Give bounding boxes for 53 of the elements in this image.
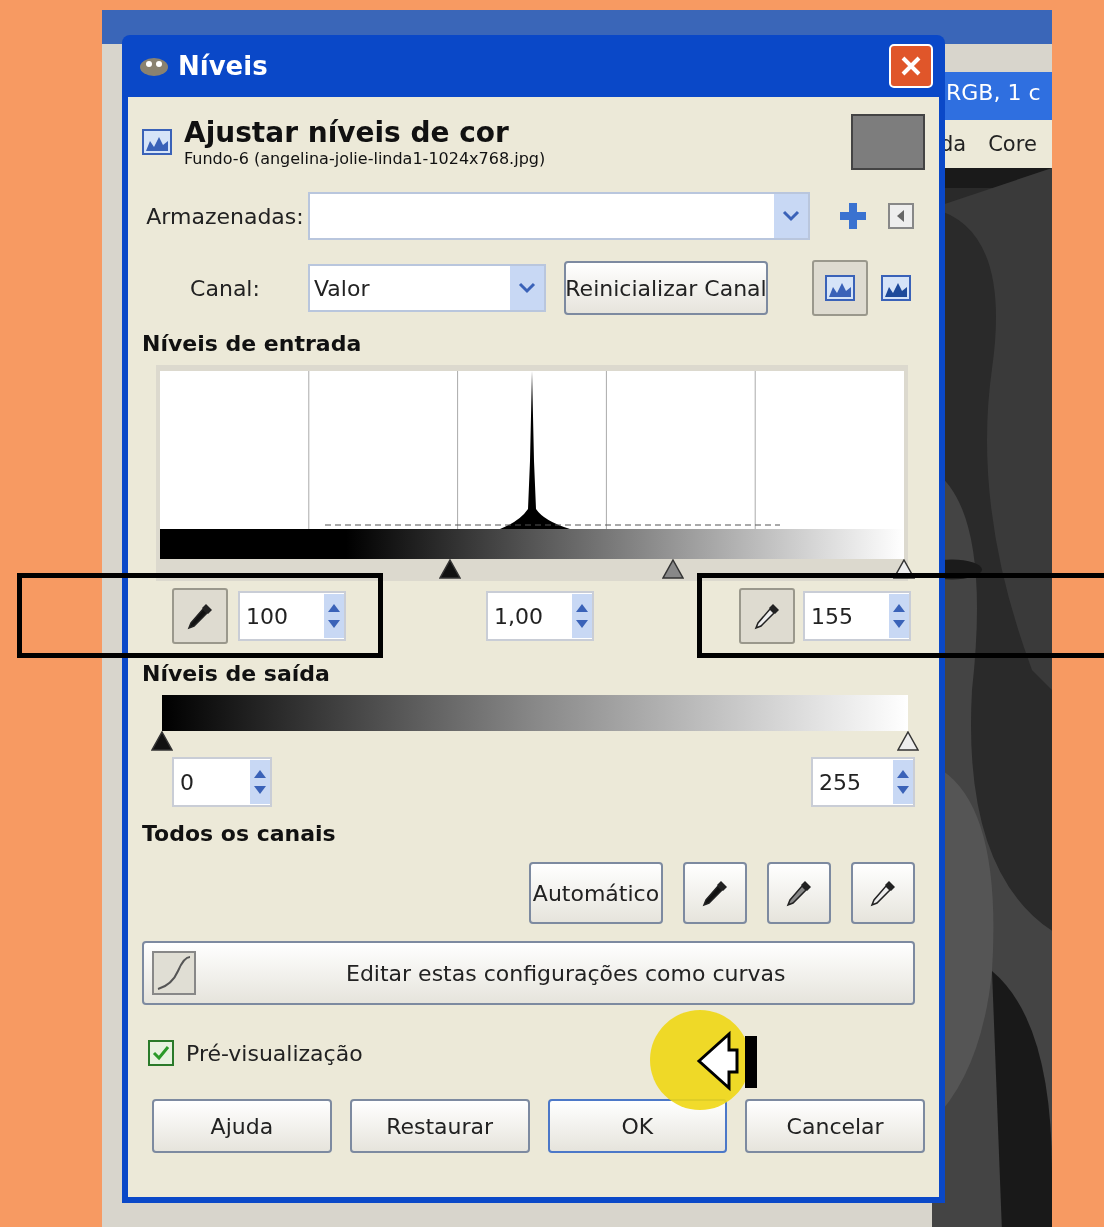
slider-handle[interactable] bbox=[897, 731, 919, 751]
dialog-button[interactable]: Cancelar bbox=[745, 1099, 925, 1153]
eyedropper-button[interactable] bbox=[739, 588, 795, 644]
dialog-button[interactable]: Ajuda bbox=[152, 1099, 332, 1153]
histogram-icon bbox=[142, 129, 172, 155]
close-button[interactable] bbox=[889, 44, 933, 88]
spin-field[interactable]: 155 bbox=[803, 591, 911, 641]
spinner-icon[interactable] bbox=[324, 594, 344, 638]
field-label: Armazenadas: bbox=[145, 203, 305, 229]
dialog-heading: Ajustar níveis de cor bbox=[184, 116, 510, 149]
eyedropper-icon bbox=[868, 878, 898, 908]
dialog-button[interactable]: OK bbox=[547, 1099, 728, 1153]
dialog-button[interactable]: Restaurar bbox=[349, 1099, 530, 1153]
spin-field[interactable]: 100 bbox=[238, 591, 346, 641]
edit-curves-button[interactable]: Editar estas configurações como curvas bbox=[142, 941, 915, 1005]
slider-handle[interactable] bbox=[151, 731, 173, 751]
eyedropper-button[interactable] bbox=[172, 588, 228, 644]
spin-field[interactable]: 1,00 bbox=[486, 591, 594, 641]
channel-combo[interactable]: Valor bbox=[308, 264, 546, 312]
reset-channel-button[interactable]: Reinicializar Canal bbox=[564, 261, 768, 315]
eyedropper-icon bbox=[700, 878, 730, 908]
spinner-icon[interactable] bbox=[572, 594, 592, 638]
check-icon bbox=[152, 1044, 170, 1062]
close-icon bbox=[899, 54, 923, 78]
spinner-icon[interactable] bbox=[250, 760, 270, 804]
slider-handle[interactable] bbox=[893, 559, 915, 579]
spin-field[interactable]: 0 bbox=[172, 757, 272, 807]
auto-button[interactable]: Automático bbox=[529, 862, 663, 924]
checkbox[interactable] bbox=[148, 1040, 174, 1066]
histogram-icon bbox=[825, 275, 855, 301]
caret-icon[interactable] bbox=[774, 194, 808, 238]
section-heading: Níveis de saída bbox=[142, 659, 331, 688]
plus-icon[interactable] bbox=[838, 201, 868, 231]
spinner-icon[interactable] bbox=[893, 760, 913, 804]
section-heading: Níveis de entrada bbox=[142, 329, 363, 358]
eyedropper-button[interactable] bbox=[851, 862, 915, 924]
eyedropper-icon bbox=[784, 878, 814, 908]
eyedropper-button[interactable] bbox=[683, 862, 747, 924]
spin-field[interactable]: 255 bbox=[811, 757, 915, 807]
eyedropper-icon bbox=[185, 601, 215, 631]
spinner-icon[interactable] bbox=[889, 594, 909, 638]
checkbox-label: Pré-visualização bbox=[186, 1040, 363, 1066]
curves-icon bbox=[152, 951, 196, 995]
caret-icon[interactable] bbox=[510, 266, 544, 310]
field-label: Canal: bbox=[189, 275, 261, 301]
scale-mode-button[interactable] bbox=[812, 260, 868, 316]
histogram-icon bbox=[881, 275, 911, 301]
layer-name: Fundo-6 (angelina-jolie-linda1-1024x768.jpg) bbox=[184, 149, 547, 168]
eyedropper-icon bbox=[752, 601, 782, 631]
menu-item[interactable]: Core bbox=[988, 132, 1037, 168]
section-heading: Todos os canais bbox=[142, 819, 337, 848]
eyedropper-button[interactable] bbox=[767, 862, 831, 924]
dialog-title: Níveis bbox=[178, 51, 269, 81]
